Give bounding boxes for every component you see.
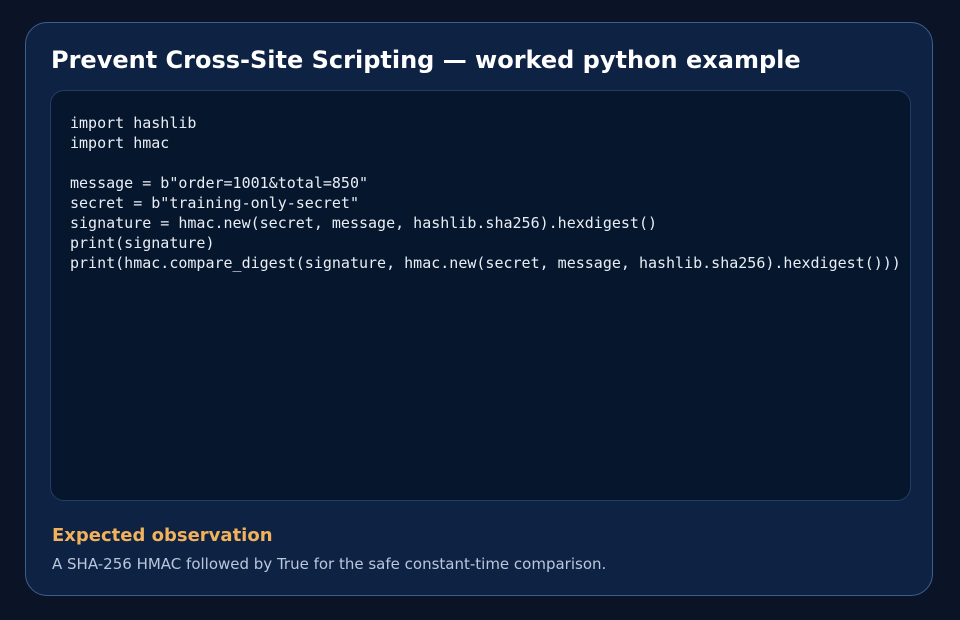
code-line: print(signature) [70, 234, 215, 252]
code-line: message = b"order=1001&total=850" [70, 174, 369, 192]
code-line: import hmac [70, 134, 170, 152]
code-line: signature = hmac.new(secret, message, ha… [70, 214, 657, 232]
code-lines: import hashlib import hmac message = b"o… [70, 113, 901, 273]
code-block: import hashlib import hmac message = b"o… [50, 90, 911, 501]
code-line: print(hmac.compare_digest(signature, hma… [70, 254, 901, 272]
code-line: import hashlib [70, 114, 197, 132]
example-card: Prevent Cross-Site Scripting — worked py… [25, 22, 933, 596]
observation-text: A SHA-256 HMAC followed by True for the … [52, 555, 607, 573]
card-title: Prevent Cross-Site Scripting — worked py… [51, 46, 801, 74]
code-line: secret = b"training-only-secret" [70, 194, 359, 212]
observation-heading: Expected observation [52, 525, 273, 546]
